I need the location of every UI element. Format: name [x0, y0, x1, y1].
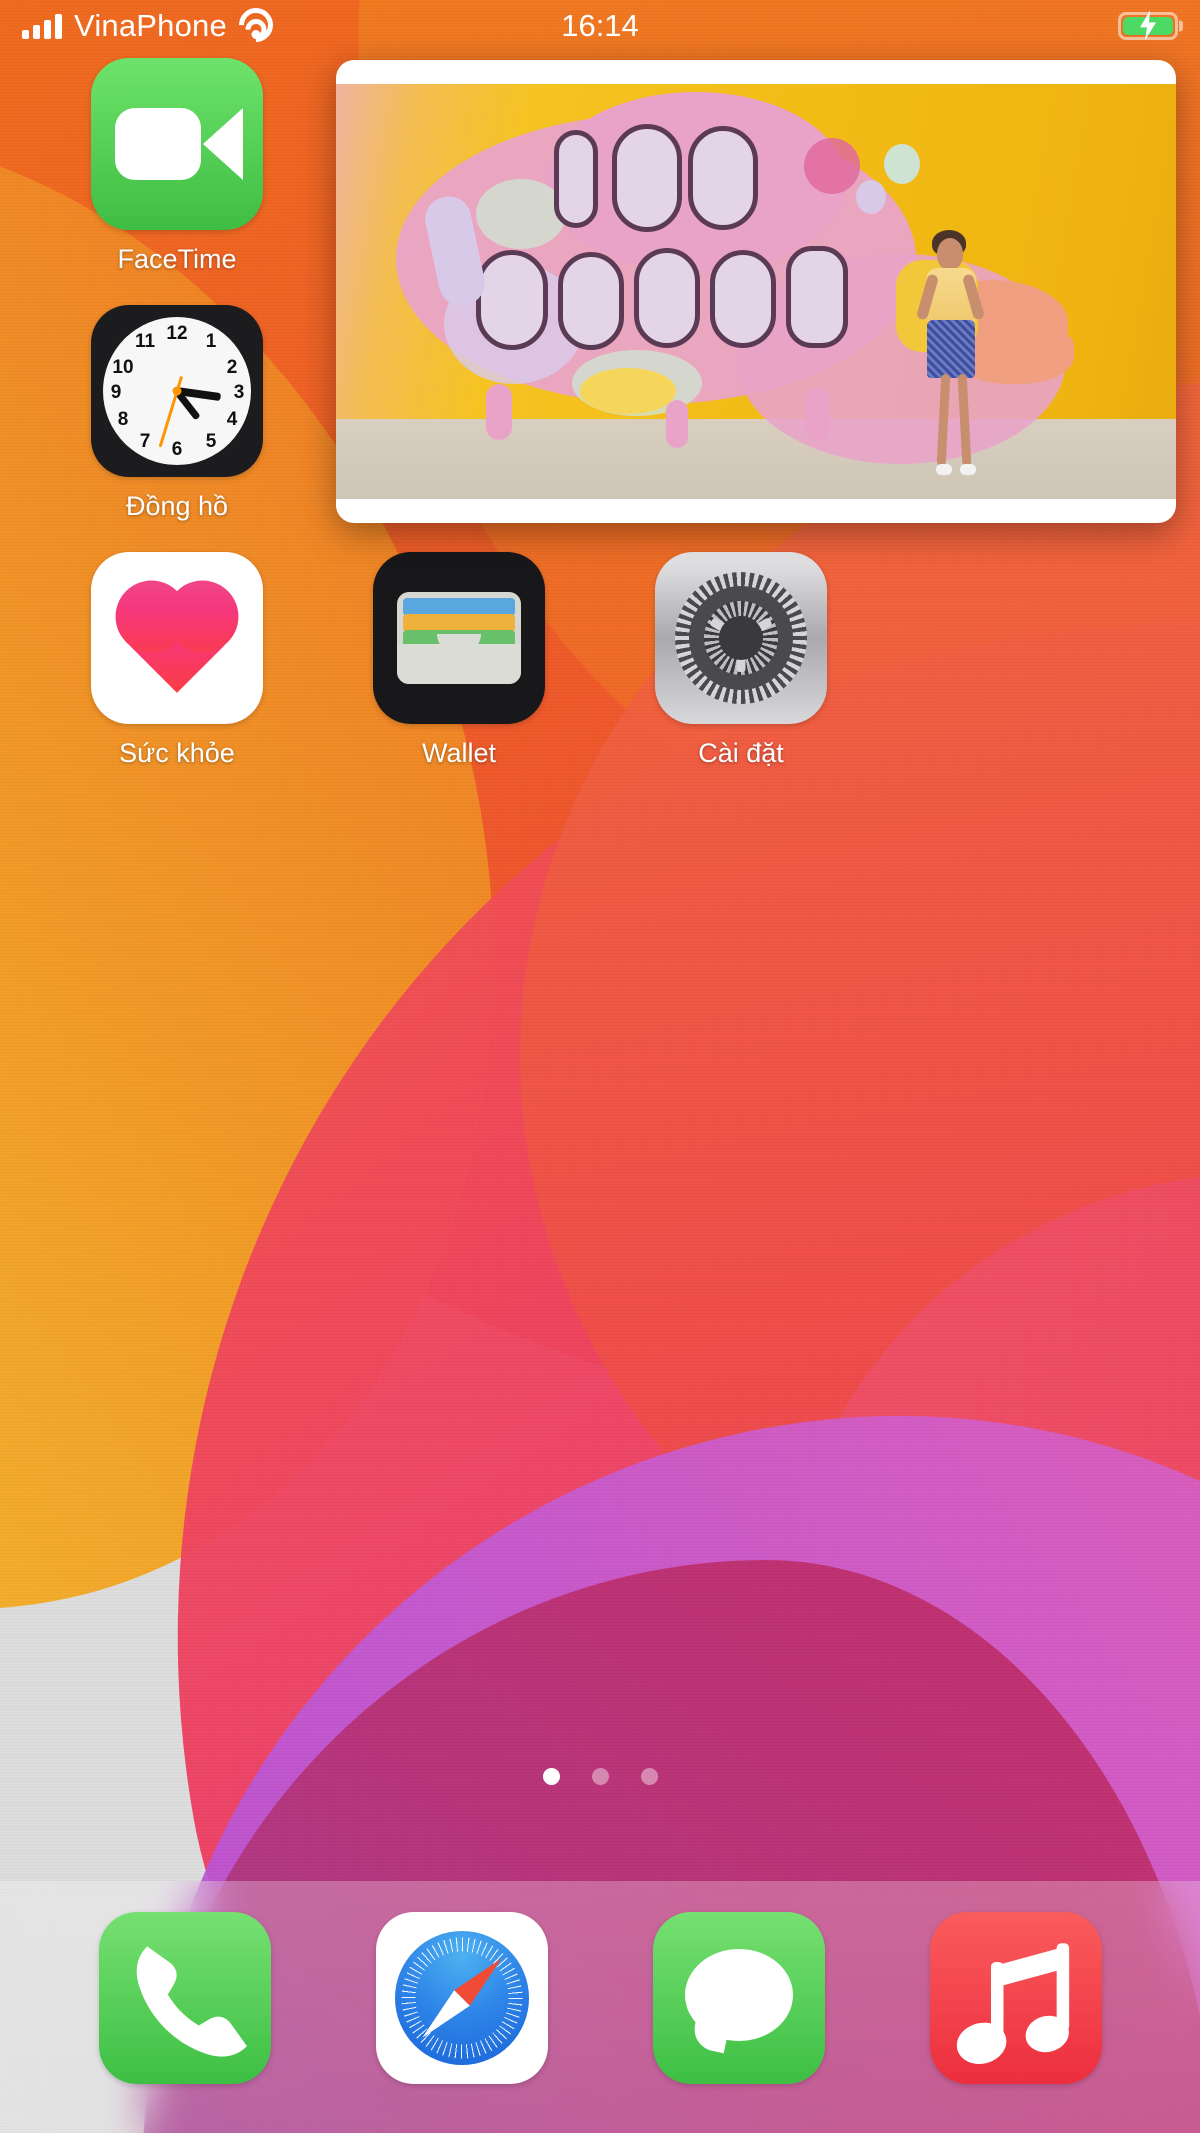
dock [0, 1881, 1200, 2133]
clock-numeral: 2 [226, 357, 238, 379]
app-wallet[interactable]: Wallet [318, 552, 600, 769]
app-health[interactable]: Sức khỏe [36, 552, 318, 769]
app-facetime[interactable]: FaceTime [36, 58, 318, 275]
video-frame[interactable] [336, 84, 1176, 499]
clock-numeral: 5 [205, 431, 217, 453]
app-settings[interactable]: Cài đặt [600, 552, 882, 769]
wifi-icon [231, 0, 280, 50]
app-slot-empty [882, 552, 1164, 769]
settings-icon[interactable] [655, 552, 827, 725]
health-icon[interactable] [91, 552, 263, 725]
app-clock[interactable]: 12 1 2 3 4 5 6 7 8 9 10 11 Đồng hồ [36, 305, 318, 522]
clock-numeral: 12 [166, 323, 188, 345]
picture-in-picture-video[interactable] [336, 60, 1176, 523]
clock-icon[interactable]: 12 1 2 3 4 5 6 7 8 9 10 11 [91, 305, 263, 478]
page-dot-1[interactable] [542, 1768, 560, 1785]
status-bar: VinaPhone 16:14 [0, 0, 1200, 52]
clock-numeral: 7 [139, 431, 151, 453]
music-note-icon[interactable] [929, 1912, 1102, 2084]
page-indicator-dots[interactable] [0, 1768, 1200, 1785]
clock-numeral: 8 [117, 409, 129, 431]
app-label: Đồng hồ [125, 491, 229, 522]
clock-numeral: 1 [205, 331, 217, 353]
messages-bubble-icon[interactable] [652, 1912, 825, 2084]
app-label: FaceTime [117, 244, 237, 274]
status-bar-clock: 16:14 [561, 8, 639, 43]
safari-compass-icon[interactable] [375, 1912, 548, 2084]
clock-numeral: 4 [226, 409, 238, 431]
clock-numeral: 11 [134, 331, 156, 353]
page-dot-3[interactable] [640, 1768, 658, 1785]
app-label: Sức khỏe [119, 738, 235, 769]
phone-icon[interactable] [98, 1912, 271, 2084]
clock-numeral: 9 [110, 382, 122, 404]
signal-strength-icon [22, 13, 62, 39]
battery-charging-icon [1118, 10, 1178, 41]
clock-numeral: 6 [171, 439, 183, 461]
app-label: Wallet [421, 738, 496, 769]
facetime-icon[interactable] [91, 58, 263, 230]
iphone-home-screen: VinaPhone 16:14 FaceTime 12 1 2 3 4 5 6 … [0, 0, 1200, 2133]
clock-numeral: 10 [112, 357, 134, 379]
video-floor [336, 419, 1176, 499]
clock-numeral: 3 [233, 382, 245, 404]
page-dot-2[interactable] [591, 1768, 609, 1785]
wallet-icon[interactable] [373, 552, 545, 725]
clock-center-pin [172, 386, 182, 396]
app-label: Cài đặt [698, 738, 784, 769]
carrier-name: VinaPhone [74, 8, 227, 43]
